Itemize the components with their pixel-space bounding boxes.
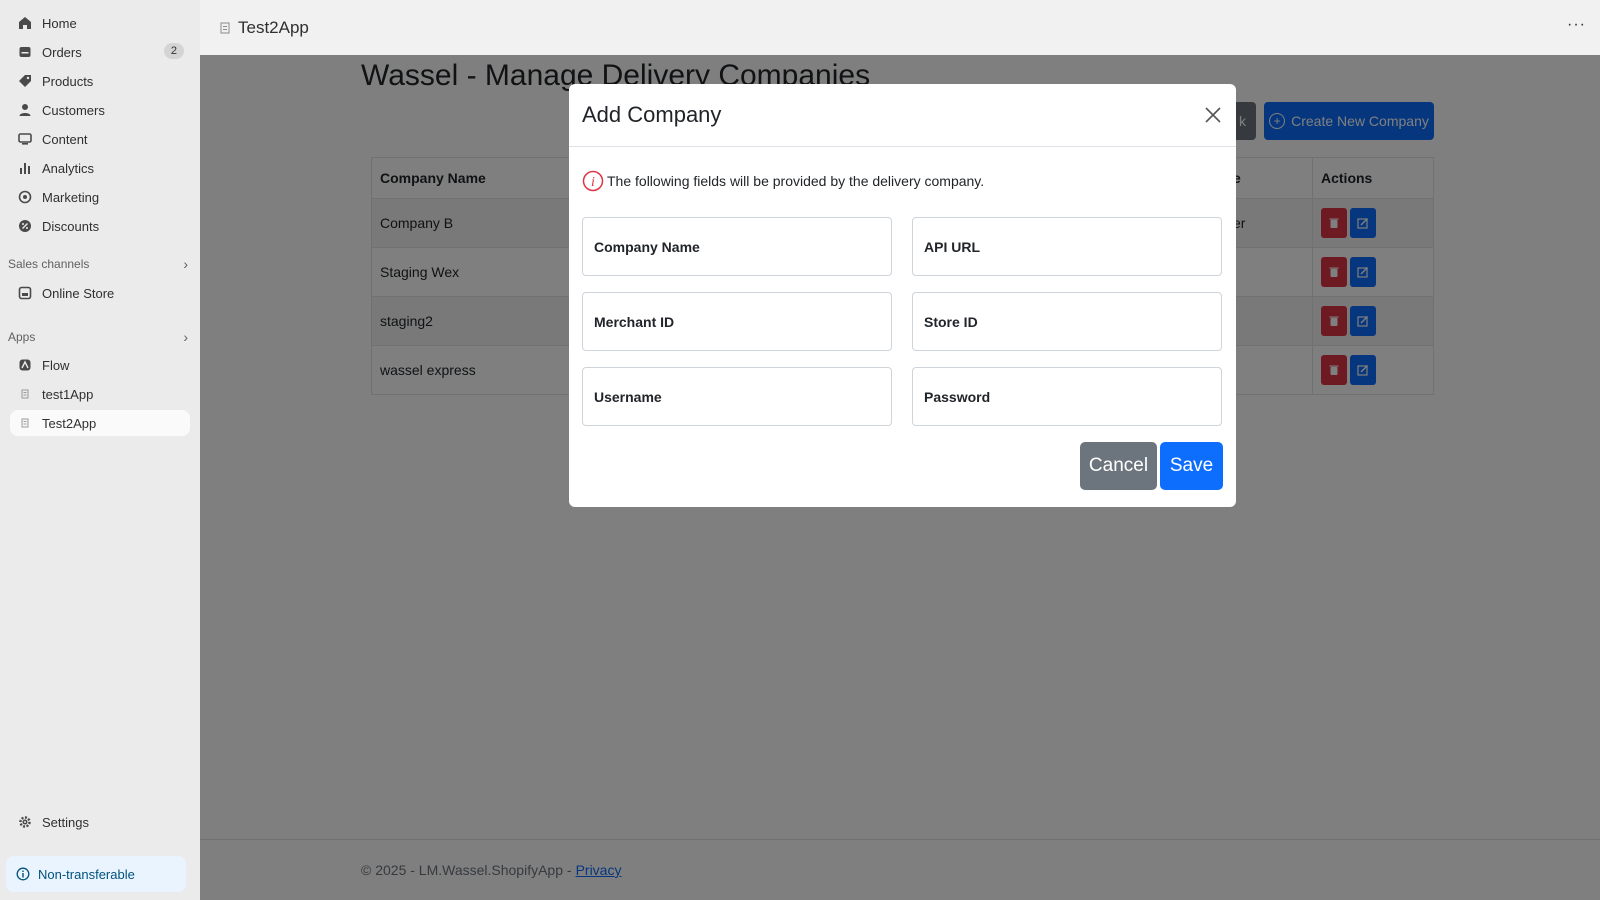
orders-count-badge: 2 xyxy=(163,43,184,59)
modal-header: Add Company xyxy=(569,84,1236,147)
chevron-right-icon: › xyxy=(183,329,188,345)
app-title: Test2App xyxy=(238,17,309,37)
username-field[interactable]: Username xyxy=(582,367,892,426)
app-icon xyxy=(220,22,230,33)
company-name-field[interactable]: Company Name xyxy=(582,217,892,276)
sidebar-item-products[interactable]: Products xyxy=(10,68,190,94)
gear-icon xyxy=(18,815,32,829)
field-label: Password xyxy=(924,388,991,405)
sidebar-item-label: Customers xyxy=(42,102,105,118)
close-icon xyxy=(1205,107,1221,123)
person-icon xyxy=(18,103,32,117)
merchant-id-field[interactable]: Merchant ID xyxy=(582,292,892,351)
close-button[interactable] xyxy=(1202,104,1224,126)
sidebar-item-label: Analytics xyxy=(42,160,95,176)
sidebar-item-marketing[interactable]: Marketing xyxy=(10,184,190,210)
app-icon xyxy=(18,387,32,401)
store-id-field[interactable]: Store ID xyxy=(912,292,1222,351)
chevron-right-icon: › xyxy=(183,256,188,272)
sidebar-item-online-store[interactable]: Online Store xyxy=(10,280,190,306)
field-label: Store ID xyxy=(924,313,978,330)
sidebar-item-customers[interactable]: Customers xyxy=(10,97,190,123)
modal-title: Add Company xyxy=(582,102,722,127)
top-bar: Test2App ··· xyxy=(200,0,1600,55)
sidebar-item-flow[interactable]: Flow xyxy=(10,352,190,378)
tag-icon xyxy=(18,74,32,88)
info-icon xyxy=(16,867,30,881)
sidebar: Home Orders 2 Products Customers Content… xyxy=(0,0,200,900)
apps-header[interactable]: Apps › xyxy=(8,329,192,345)
sidebar-item-label: Marketing xyxy=(42,189,100,205)
sidebar-item-test1app[interactable]: test1App xyxy=(10,381,190,407)
sidebar-item-content[interactable]: Content xyxy=(10,126,190,152)
sidebar-item-home[interactable]: Home xyxy=(10,10,190,36)
flow-icon xyxy=(18,358,32,372)
sidebar-item-settings[interactable]: Settings xyxy=(10,809,190,835)
sidebar-item-discounts[interactable]: Discounts xyxy=(10,213,190,239)
password-field[interactable]: Password xyxy=(912,367,1222,426)
field-label: Company Name xyxy=(594,238,700,255)
target-icon xyxy=(18,190,32,204)
api-url-field[interactable]: API URL xyxy=(912,217,1222,276)
sidebar-item-label: Flow xyxy=(42,357,70,373)
sales-channels-header[interactable]: Sales channels › xyxy=(8,256,192,272)
sidebar-item-label: test1App xyxy=(42,386,94,402)
sidebar-item-label: Products xyxy=(42,73,94,89)
cancel-button[interactable]: Cancel xyxy=(1080,442,1157,490)
notice-label: Non-transferable xyxy=(38,866,135,882)
field-label: API URL xyxy=(924,238,980,255)
sidebar-item-label: Test2App xyxy=(42,415,97,431)
orders-icon xyxy=(18,45,32,59)
home-icon xyxy=(18,16,32,30)
info-icon: i xyxy=(582,170,604,192)
sidebar-item-label: Orders xyxy=(42,44,82,60)
sidebar-item-analytics[interactable]: Analytics xyxy=(10,155,190,181)
field-label: Merchant ID xyxy=(594,313,675,330)
svg-text:i: i xyxy=(591,175,595,190)
section-title: Apps xyxy=(8,330,36,344)
discount-icon xyxy=(18,219,32,233)
field-label: Username xyxy=(594,388,662,405)
sidebar-item-label: Settings xyxy=(42,814,89,830)
sidebar-item-label: Home xyxy=(42,15,77,31)
non-transferable-notice[interactable]: Non-transferable xyxy=(6,856,186,892)
sidebar-item-test2app[interactable]: Test2App xyxy=(10,410,190,436)
add-company-modal: Add Company i The following fields will … xyxy=(569,84,1236,507)
more-menu-icon[interactable]: ··· xyxy=(1567,16,1586,34)
save-button[interactable]: Save xyxy=(1160,442,1223,490)
content-icon xyxy=(18,132,32,146)
info-message: i The following fields will be provided … xyxy=(582,170,984,192)
sidebar-item-label: Discounts xyxy=(42,218,100,234)
bar-chart-icon xyxy=(18,161,32,175)
info-text: The following fields will be provided by… xyxy=(607,173,985,189)
app-icon xyxy=(18,416,32,430)
sidebar-item-label: Content xyxy=(42,131,88,147)
sidebar-item-label: Online Store xyxy=(42,285,115,301)
section-title: Sales channels xyxy=(8,257,90,271)
sidebar-item-orders[interactable]: Orders 2 xyxy=(10,39,190,65)
store-icon xyxy=(18,286,32,300)
